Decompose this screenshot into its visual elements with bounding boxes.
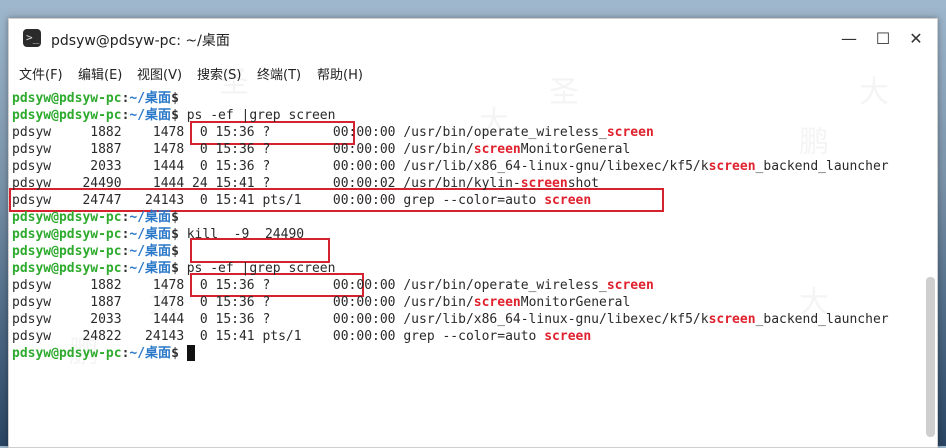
prompt-dir: ~/桌面	[129, 346, 172, 361]
terminal-icon: >_	[23, 29, 41, 47]
output-line: pdsyw 24747 24143 0 15:41 pts/1 00:00:00…	[12, 192, 591, 209]
prompt-dir: ~/桌面	[129, 261, 172, 276]
text-cursor	[186, 345, 195, 361]
output-text: pdsyw 1887 1478 0 15:36 ? 00:00:00 /usr/…	[12, 142, 474, 157]
output-line: pdsyw 2033 1444 0 15:36 ? 00:00:00 /usr/…	[12, 311, 889, 328]
output-line: pdsyw 1882 1478 0 15:36 ? 00:00:00 /usr/…	[12, 277, 654, 294]
maximize-button[interactable]: ☐	[869, 27, 897, 51]
match-highlight: screen	[708, 312, 756, 327]
output-text: MonitorGeneral	[520, 142, 631, 157]
output-text: _backend_launcher	[755, 159, 889, 174]
prompt-symbol: $	[171, 244, 179, 259]
output-text: pdsyw 24822 24143 0 15:41 pts/1 00:00:00…	[12, 329, 545, 344]
command-text: ps -ef |grep screen	[186, 108, 336, 123]
prompt-user-host: pdsyw@pdsyw-pc	[12, 210, 122, 225]
prompt-symbol: $	[171, 261, 179, 276]
command-text: ps -ef |grep screen	[186, 261, 336, 276]
prompt-line: pdsyw@pdsyw-pc:~/桌面$ kill -9 24490	[12, 226, 304, 243]
title-bar[interactable]: >_ pdsyw@pdsyw-pc: ~/桌面 — ☐ ✕	[9, 19, 937, 59]
prompt-symbol: $	[171, 108, 179, 123]
prompt-user-host: pdsyw@pdsyw-pc	[12, 346, 122, 361]
prompt-line: pdsyw@pdsyw-pc:~/桌面$	[12, 209, 187, 226]
prompt-user-host: pdsyw@pdsyw-pc	[12, 261, 122, 276]
prompt-symbol: $	[171, 227, 179, 242]
prompt-dir: ~/桌面	[129, 108, 172, 123]
output-line: pdsyw 1887 1478 0 15:36 ? 00:00:00 /usr/…	[12, 141, 630, 158]
match-highlight: screen	[520, 176, 568, 191]
prompt-line: pdsyw@pdsyw-pc:~/桌面$	[12, 243, 187, 260]
prompt-line: pdsyw@pdsyw-pc:~/桌面$	[12, 345, 195, 362]
output-line: pdsyw 24490 1444 24 15:41 ? 00:00:02 /us…	[12, 175, 599, 192]
output-text: pdsyw 1887 1478 0 15:36 ? 00:00:00 /usr/…	[12, 295, 474, 310]
prompt-symbol: $	[171, 210, 179, 225]
prompt-symbol: $	[171, 91, 179, 106]
output-text: MonitorGeneral	[520, 295, 631, 310]
output-text: pdsyw 1882 1478 0 15:36 ? 00:00:00 /usr/…	[12, 125, 607, 140]
output-text: pdsyw 1882 1478 0 15:36 ? 00:00:00 /usr/…	[12, 278, 607, 293]
terminal-output[interactable]: 圣 大 圣 鹏 大 大 大 鹏 pdsyw@pdsyw-pc:~/桌面$ pds…	[9, 65, 937, 447]
minimize-button[interactable]: —	[835, 27, 863, 51]
menu-view[interactable]: 视图(V)	[137, 64, 182, 83]
output-text: shot	[567, 176, 600, 191]
menu-help[interactable]: 帮助(H)	[317, 64, 363, 83]
prompt-line: pdsyw@pdsyw-pc:~/桌面$ ps -ef |grep screen	[12, 107, 335, 124]
prompt-user-host: pdsyw@pdsyw-pc	[12, 244, 122, 259]
menu-file[interactable]: 文件(F)	[19, 64, 63, 83]
match-highlight: screen	[708, 159, 756, 174]
prompt-dir: ~/桌面	[129, 91, 172, 106]
close-button[interactable]: ✕	[902, 27, 930, 51]
window-title: pdsyw@pdsyw-pc: ~/桌面	[51, 33, 230, 49]
match-highlight: screen	[606, 125, 654, 140]
prompt-user-host: pdsyw@pdsyw-pc	[12, 108, 122, 123]
output-text: pdsyw 24490 1444 24 15:41 ? 00:00:02 /us…	[12, 176, 521, 191]
terminal-window: >_ pdsyw@pdsyw-pc: ~/桌面 — ☐ ✕ 文件(F) 编辑(E…	[8, 18, 938, 448]
match-highlight: screen	[473, 142, 521, 157]
prompt-line: pdsyw@pdsyw-pc:~/桌面$	[12, 90, 187, 107]
prompt-dir: ~/桌面	[129, 210, 172, 225]
match-highlight: screen	[473, 295, 521, 310]
match-highlight: screen	[544, 329, 592, 344]
menu-search[interactable]: 搜索(S)	[197, 64, 241, 83]
output-text: pdsyw 2033 1444 0 15:36 ? 00:00:00 /usr/…	[12, 159, 709, 174]
output-line: pdsyw 24822 24143 0 15:41 pts/1 00:00:00…	[12, 328, 591, 345]
output-text: _backend_launcher	[755, 312, 889, 327]
output-text: pdsyw 2033 1444 0 15:36 ? 00:00:00 /usr/…	[12, 312, 709, 327]
command-text: kill -9 24490	[186, 227, 305, 242]
prompt-user-host: pdsyw@pdsyw-pc	[12, 227, 122, 242]
menu-edit[interactable]: 编辑(E)	[78, 64, 122, 83]
output-line: pdsyw 1882 1478 0 15:36 ? 00:00:00 /usr/…	[12, 124, 654, 141]
prompt-dir: ~/桌面	[129, 244, 172, 259]
vertical-scrollbar[interactable]	[926, 277, 935, 437]
prompt-line: pdsyw@pdsyw-pc:~/桌面$ ps -ef |grep screen	[12, 260, 335, 277]
prompt-dir: ~/桌面	[129, 227, 172, 242]
output-text: pdsyw 24747 24143 0 15:41 pts/1 00:00:00…	[12, 193, 545, 208]
menu-bar: 文件(F) 编辑(E) 视图(V) 搜索(S) 终端(T) 帮助(H)	[9, 60, 937, 86]
prompt-user-host: pdsyw@pdsyw-pc	[12, 91, 122, 106]
output-line: pdsyw 2033 1444 0 15:36 ? 00:00:00 /usr/…	[12, 158, 889, 175]
watermark-char: 鹏	[799, 117, 829, 161]
output-line: pdsyw 1887 1478 0 15:36 ? 00:00:00 /usr/…	[12, 294, 630, 311]
match-highlight: screen	[606, 278, 654, 293]
match-highlight: screen	[544, 193, 592, 208]
prompt-symbol: $	[171, 346, 179, 361]
menu-terminal[interactable]: 终端(T)	[257, 64, 301, 83]
